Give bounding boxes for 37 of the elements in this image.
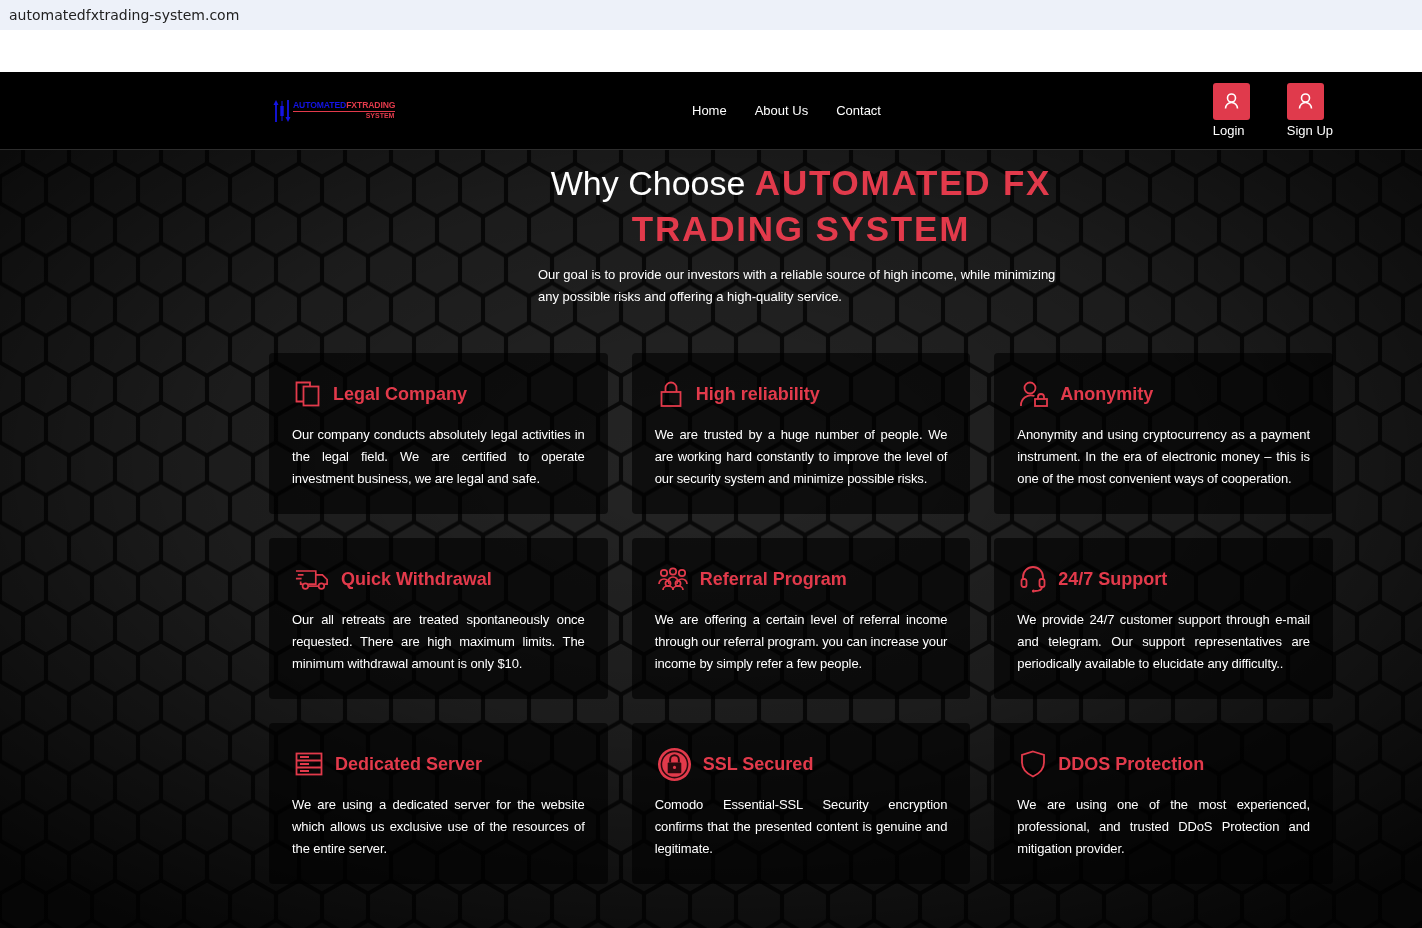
feature-title: Dedicated Server: [335, 753, 483, 776]
feature-title: SSL Secured: [702, 753, 814, 776]
candlestick-arrows-icon: [273, 98, 291, 123]
feature-description: Anonymity and using cryptocurrency as a payment instrument. In the era of electronic money – this is one of the most convenient ways of cooperation.: [1017, 426, 1310, 488]
feature-title: 24/7 Support: [1058, 568, 1168, 591]
feature-description: We are using a dedicated server for the website which allows us exclusive use of the resources of the entire server.: [292, 796, 585, 858]
feature-description: We are using one of the most experienced, professional, and trusted DDoS Protection and mitigation provider.: [1017, 796, 1310, 858]
feature-title: Anonymity: [1060, 383, 1154, 406]
feature-description: Our all retreats are treated spontaneously once requested. There are high maximum limits. The minimum withdrawal amount is only $10.: [292, 611, 585, 673]
nav-link[interactable]: Home: [692, 101, 727, 120]
padlock-badge-icon: [657, 747, 691, 781]
feature-title: DDOS Protection: [1058, 753, 1205, 776]
feature-description: We provide 24/7 customer support through e-mail and telegram. Our support representatives are periodically available to elucidate any difficulty..: [1017, 611, 1310, 673]
shield-icon: [1020, 750, 1047, 778]
user-icon: [1286, 82, 1324, 120]
hero-intro: Our goal is to provide our investors with a reliable source of high income, while minimizing any possible risks and offering a high-quality service.: [538, 266, 1057, 306]
user-icon: [1212, 82, 1250, 120]
account-link[interactable]: Sign Up: [1286, 82, 1333, 139]
feature-description: Our company conducts absolutely legal activities in the legal field. We are certified to operate investment business, we are legal and safe.: [292, 426, 585, 488]
feature-title: Referral Program: [699, 568, 847, 591]
address-field[interactable]: automatedfxtrading-system.com: [0, 5, 240, 25]
headset-icon: [1020, 565, 1047, 593]
nav-link[interactable]: Contact: [836, 101, 881, 120]
nav-link[interactable]: About Us: [754, 101, 809, 120]
user-lock-icon: [1020, 381, 1049, 407]
feature-title: Legal Company: [333, 383, 468, 406]
documents-icon: [295, 381, 321, 407]
server-icon: [295, 752, 323, 776]
account-link[interactable]: Login: [1212, 82, 1250, 139]
feature-title: High reliability: [695, 383, 820, 406]
feature-description: We are trusted by a huge number of people. We are working hard constantly to improve the level of our security system and minimize possible risks.: [654, 426, 948, 488]
feature-title: Quick Withdrawal: [341, 568, 492, 591]
logo-text: AUTOMATEDFXTRADING: [293, 101, 396, 112]
people-group-icon: [657, 567, 688, 591]
hero-title: Why Choose AUTOMATED FX TRADING SYSTEM: [549, 162, 1053, 250]
feature-description: Comodo Essential-SSL Security encryption confirms that the presented content is genuine and legitimate.: [654, 796, 948, 858]
feature-description: We are offering a certain level of referral income through our referral program. you can increase your income by simply refer a few people.: [654, 611, 948, 673]
